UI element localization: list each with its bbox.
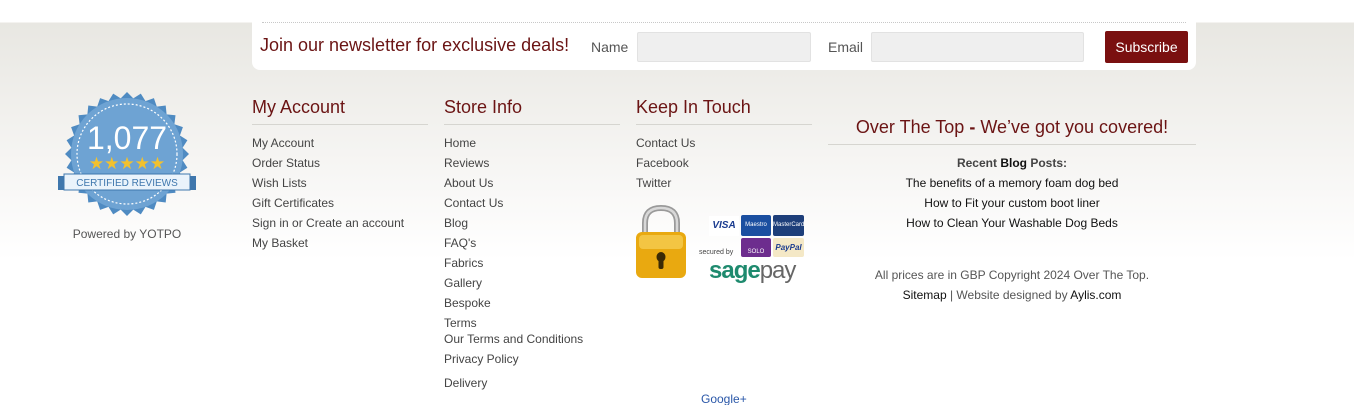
recent-posts-heading: Recent Blog Posts: — [828, 156, 1196, 170]
blog-post-link-memory-foam[interactable]: The benefits of a memory foam dog bed — [828, 176, 1196, 190]
sitemap-link[interactable]: Sitemap — [903, 288, 947, 302]
name-input[interactable] — [637, 32, 811, 62]
maestro-card-icon: Maestro — [741, 215, 771, 236]
footer-link-my-account[interactable]: My Account — [252, 136, 314, 150]
footer-link-privacy-policy[interactable]: Privacy Policy — [444, 352, 519, 366]
designer-link[interactable]: Aylis.com — [1070, 288, 1121, 302]
keep-in-touch-rule — [636, 124, 812, 125]
name-label: Name — [591, 39, 629, 55]
footer-link-about-us[interactable]: About Us — [444, 176, 493, 190]
keep-in-touch-title: Keep In Touch — [636, 97, 751, 117]
footer-link-faqs[interactable]: FAQ's — [444, 236, 476, 250]
footer-link-fabrics[interactable]: Fabrics — [444, 256, 483, 270]
blog-post-link-washable[interactable]: How to Clean Your Washable Dog Beds — [828, 216, 1196, 230]
dotted-divider — [262, 22, 1186, 23]
solo-card-icon: SOLO — [741, 238, 771, 257]
pay-text: pay — [759, 257, 797, 284]
sagepay-secure-logo: VISA Maestro MasterCard secured by SOLO … — [635, 204, 807, 287]
tagline-brand: Over The Top — [855, 117, 965, 137]
paypal-card-icon: PayPal — [773, 238, 804, 257]
tagline-slogan: We’ve got you covered! — [980, 117, 1169, 137]
recent-prefix: Recent — [956, 156, 997, 170]
badge-seal-icon: ★★★★★ 1,077 CERTIFIED REVIEWS — [58, 92, 196, 216]
footer-link-contact-us[interactable]: Contact Us — [444, 196, 503, 210]
badge-stars: ★★★★★ — [89, 154, 165, 174]
visa-card-icon: VISA — [709, 216, 739, 236]
store-info-title: Store Info — [444, 97, 523, 117]
credits-line: Sitemap | Website designed by Aylis.com — [828, 288, 1196, 302]
footer-link-wish-lists[interactable]: Wish Lists — [252, 176, 307, 190]
recent-blog-link[interactable]: Blog — [1000, 156, 1027, 170]
footer-link-twitter[interactable]: Twitter — [636, 176, 671, 190]
footer-link-gallery[interactable]: Gallery — [444, 276, 482, 290]
footer-link-bespoke[interactable]: Bespoke — [444, 296, 491, 310]
footer-link-blog[interactable]: Blog — [444, 216, 468, 230]
footer-link-order-status[interactable]: Order Status — [252, 156, 320, 170]
footer-link-facebook[interactable]: Facebook — [636, 156, 689, 170]
tagline-rule — [828, 144, 1196, 145]
sage-text: sage — [709, 257, 761, 284]
newsletter-bar: Join our newsletter for exclusive deals!… — [252, 22, 1196, 70]
footer-link-delivery[interactable]: Delivery — [444, 376, 487, 390]
subscribe-button[interactable]: Subscribe — [1105, 31, 1188, 63]
tagline-title: Over The Top - We’ve got you covered! — [828, 117, 1196, 138]
footer-link-terms-conditions[interactable]: Our Terms and Conditions — [444, 332, 583, 346]
my-account-title: My Account — [252, 97, 346, 117]
footer-link-contact[interactable]: Contact Us — [636, 136, 695, 150]
svg-text:★★★★★: ★★★★★ — [89, 154, 165, 174]
newsletter-title: Join our newsletter for exclusive deals! — [260, 35, 570, 55]
email-label: Email — [828, 39, 864, 55]
footer-link-my-basket[interactable]: My Basket — [252, 236, 308, 250]
blog-post-link-boot-liner[interactable]: How to Fit your custom boot liner — [828, 196, 1196, 210]
recent-suffix: Posts: — [1030, 156, 1068, 170]
copyright-text: All prices are in GBP Copyright 2024 Ove… — [874, 268, 1150, 282]
footer-link-reviews[interactable]: Reviews — [444, 156, 489, 170]
badge-count: 1,077 — [87, 120, 167, 156]
footer-link-terms[interactable]: Terms — [444, 316, 477, 330]
store-info-rule — [444, 124, 620, 125]
my-account-rule — [252, 124, 428, 125]
tagline-dash: - — [969, 117, 976, 137]
secured-by-label: secured by — [699, 249, 734, 256]
footer-link-sign-in[interactable]: Sign in or Create an account — [252, 216, 404, 230]
badge-caption: CERTIFIED REVIEWS — [76, 178, 178, 189]
google-plus-link[interactable]: Google+ — [701, 392, 747, 405]
mastercard-card-icon: MasterCard — [773, 215, 804, 236]
email-input[interactable] — [871, 32, 1084, 62]
footer-link-gift-certificates[interactable]: Gift Certificates — [252, 196, 334, 210]
designed-by-text: | Website designed by — [949, 288, 1068, 302]
powered-by-yotpo[interactable]: Powered by YOTPO — [56, 227, 198, 241]
sagepay-wordmark: sagepay — [709, 257, 797, 285]
reviews-badge[interactable]: ★★★★★ 1,077 CERTIFIED REVIEWS — [56, 90, 198, 222]
footer-link-home[interactable]: Home — [444, 136, 476, 150]
